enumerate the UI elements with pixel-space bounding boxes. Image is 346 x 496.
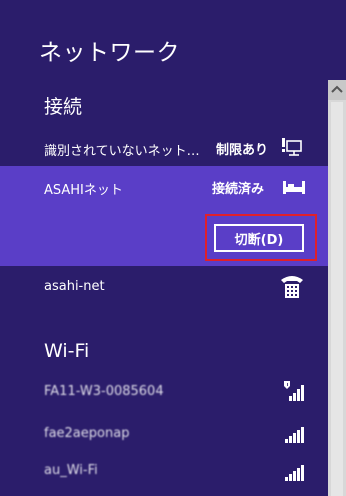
secured-wifi-signal-icon xyxy=(283,380,305,406)
connection-name: asahi-net xyxy=(44,279,105,294)
wifi-signal-icon xyxy=(283,460,305,486)
wifi-item[interactable]: FA11-W3-0085604 xyxy=(0,378,328,408)
connection-status: 接続済み xyxy=(212,182,265,197)
wifi-item[interactable]: fae2aeponap xyxy=(0,418,328,448)
section-connections: 接続 xyxy=(44,96,83,118)
connection-name: 識別されていないネット… xyxy=(44,144,200,159)
chevron-up-icon xyxy=(331,85,343,93)
section-wifi: Wi-Fi xyxy=(44,340,90,362)
scroll-up-button[interactable] xyxy=(328,80,346,100)
wifi-ssid: au_Wi-Fi xyxy=(44,463,98,478)
telephone-icon xyxy=(280,274,304,304)
network-flyout: ネットワーク 接続 識別されていないネット… 制限あり ASAHIネット 接続済… xyxy=(0,0,346,496)
connection-item-unidentified[interactable]: 識別されていないネット… 制限あり xyxy=(0,130,328,166)
wifi-ssid: fae2aeponap xyxy=(44,426,130,441)
wifi-ssid: FA11-W3-0085604 xyxy=(44,384,164,399)
wifi-signal-icon xyxy=(283,422,305,448)
dialup-connected-icon xyxy=(282,178,306,200)
limited-network-icon xyxy=(281,137,305,163)
wifi-item[interactable]: au_Wi-Fi xyxy=(0,456,328,486)
connection-status: 制限あり xyxy=(216,143,269,158)
disconnect-button[interactable]: 切断(D) xyxy=(214,224,304,252)
connection-name: ASAHIネット xyxy=(44,183,123,198)
scrollbar-thumb[interactable] xyxy=(331,102,343,496)
flyout-title: ネットワーク xyxy=(39,40,180,66)
connection-item-asahi-net[interactable]: asahi-net xyxy=(0,270,328,306)
